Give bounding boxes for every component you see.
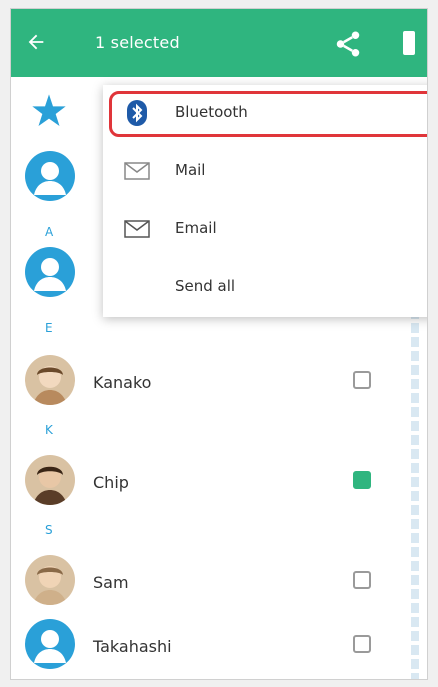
share-icon[interactable] (333, 29, 363, 59)
index-letter: A (45, 225, 54, 239)
contact-name: Takahashi (93, 637, 172, 656)
overflow-menu-icon[interactable] (399, 27, 419, 59)
person-icon (34, 630, 66, 663)
avatar (25, 151, 75, 201)
selection-title: 1 selected (95, 33, 180, 52)
share-option-mail[interactable]: Mail (103, 143, 427, 199)
select-checkbox[interactable] (353, 635, 371, 653)
avatar (25, 619, 75, 669)
share-menu: Bluetooth Mail Email Send all (103, 85, 427, 317)
contact-row-takahashi[interactable]: Takahashi (11, 613, 427, 679)
contact-name: Sam (93, 573, 129, 592)
share-option-email[interactable]: Email (103, 201, 427, 257)
person-photo-icon (33, 366, 67, 405)
favorites-icon (32, 94, 66, 126)
avatar (25, 455, 75, 505)
contact-row-chip[interactable]: Chip (11, 449, 427, 515)
contact-name: Kanako (93, 373, 152, 392)
select-checkbox[interactable] (353, 571, 371, 589)
select-checkbox-checked[interactable] (353, 471, 371, 489)
person-photo-icon (33, 566, 67, 605)
avatar (25, 247, 75, 297)
index-letter: K (45, 423, 53, 437)
person-icon (34, 162, 66, 195)
select-checkbox[interactable] (353, 371, 371, 389)
person-photo-icon (33, 466, 67, 505)
share-option-bluetooth[interactable]: Bluetooth (103, 85, 427, 141)
person-icon (34, 258, 66, 291)
email-icon (124, 220, 150, 238)
index-letter: E (45, 321, 53, 335)
bluetooth-icon (127, 100, 147, 126)
share-option-label: Bluetooth (175, 103, 248, 121)
contact-row-sam[interactable]: Sam (11, 549, 427, 615)
arrow-left-icon[interactable] (25, 31, 47, 53)
mail-icon (124, 162, 150, 180)
avatar (25, 555, 75, 605)
phone-screen: 1 selected A E Kanako K Chip S Sam Takah… (10, 8, 428, 680)
contact-name: Chip (93, 473, 129, 492)
share-option-send-all[interactable]: Send all (103, 259, 427, 315)
index-letter: S (45, 523, 53, 537)
share-option-label: Mail (175, 161, 206, 179)
share-option-label: Send all (175, 277, 236, 295)
avatar (25, 355, 75, 405)
app-bar: 1 selected (11, 9, 427, 77)
contact-row-kanako[interactable]: Kanako (11, 349, 427, 415)
share-option-label: Email (175, 219, 217, 237)
